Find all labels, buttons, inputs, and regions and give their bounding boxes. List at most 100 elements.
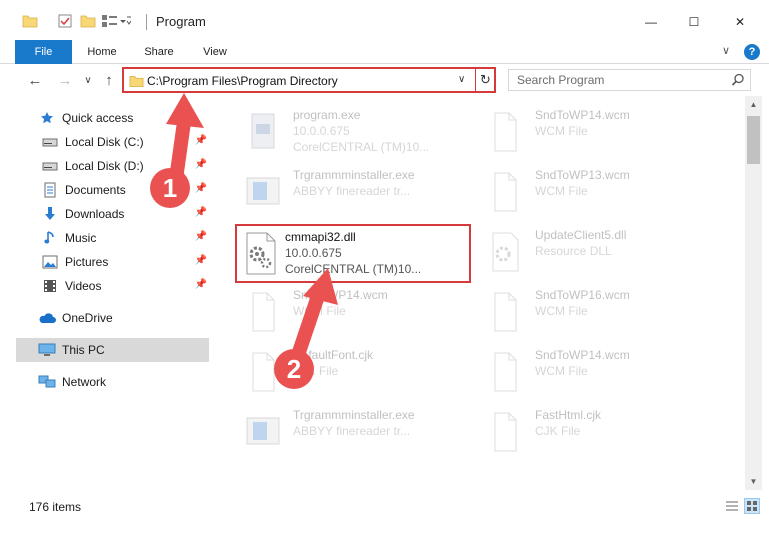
- address-path[interactable]: C:\Program Files\Program Directory: [147, 74, 338, 88]
- forward-button[interactable]: →: [56, 70, 74, 90]
- file-version: 10.0.0.675: [293, 124, 350, 138]
- search-box[interactable]: [508, 69, 751, 91]
- nav-quick-access[interactable]: Quick access: [38, 106, 234, 130]
- nav-item-local-disk-c[interactable]: Local Disk (C:) 📌: [41, 130, 213, 154]
- file-description: CorelCENTRAL (TM)10...: [285, 262, 422, 276]
- customize-toolbar-icon[interactable]: [101, 13, 132, 32]
- refresh-icon[interactable]: ↻: [475, 69, 495, 91]
- file-name: DefaultFont.cjk: [293, 348, 374, 362]
- exe-icon: [243, 110, 283, 154]
- file-item[interactable]: Trgrammminstaller.exe ABBYY finereader t…: [235, 164, 465, 220]
- file-item[interactable]: SndToWP14.wcm WCM File: [235, 284, 465, 340]
- close-button[interactable]: ✕: [725, 8, 755, 36]
- address-dropdown-icon[interactable]: ∨: [458, 74, 465, 85]
- file-item[interactable]: Trgrammminstaller.exe ABBYY finereader t…: [235, 404, 465, 460]
- file-name: SndToWP14.wcm: [535, 108, 630, 122]
- recent-locations-button[interactable]: ∨: [82, 70, 94, 90]
- file-item[interactable]: SndToWP16.wcm WCM File: [477, 284, 707, 340]
- nav-item-downloads[interactable]: Downloads 📌: [41, 202, 213, 226]
- folder-icon: [22, 13, 38, 32]
- back-arrow-icon: ←: [27, 71, 43, 89]
- file-name: FastHtml.cjk: [535, 408, 601, 422]
- file-item[interactable]: UpdateClient5.dll Resource DLL: [477, 224, 707, 280]
- blank-file-icon: [485, 110, 525, 154]
- help-icon[interactable]: ?: [744, 44, 760, 60]
- pin-icon[interactable]: 📌: [195, 279, 207, 290]
- scroll-up-icon[interactable]: ▲: [745, 96, 762, 113]
- scroll-thumb[interactable]: [747, 116, 760, 164]
- close-icon: ✕: [734, 15, 746, 29]
- tab-view[interactable]: View: [192, 40, 238, 64]
- file-item-cmmapi32-dll[interactable]: cmmapi32.dll 10.0.0.675 CorelCENTRAL (TM…: [235, 224, 471, 283]
- address-row: ← → ∨ ↑ C:\Program Files\Program Directo…: [0, 64, 769, 96]
- file-name: SndToWP14.wcm: [293, 288, 388, 302]
- dll-icon: [241, 230, 281, 275]
- file-name: SndToWP13.wcm: [535, 168, 630, 182]
- pin-icon[interactable]: 📌: [195, 135, 207, 146]
- file-list: program.exe 10.0.0.675 CorelCENTRAL (TM)…: [213, 96, 745, 490]
- properties-icon[interactable]: [57, 13, 73, 32]
- tab-file[interactable]: File: [15, 40, 72, 64]
- nav-onedrive[interactable]: OneDrive: [38, 306, 234, 330]
- file-name: SndToWP14.wcm: [535, 348, 630, 362]
- chevron-down-icon: ∨: [84, 74, 92, 86]
- blank-file-icon: [485, 410, 525, 454]
- file-type: WCM File: [535, 124, 588, 138]
- nav-this-pc[interactable]: This PC: [16, 338, 209, 362]
- address-bar[interactable]: C:\Program Files\Program Directory ∨ ↻: [122, 67, 496, 93]
- scroll-down-icon[interactable]: ▼: [745, 473, 762, 490]
- ribbon: File Home Share View ∨ ?: [0, 40, 769, 64]
- nav-item-pictures[interactable]: Pictures 📌: [41, 250, 213, 274]
- pin-icon[interactable]: 📌: [195, 255, 207, 266]
- nav-label: Music: [65, 231, 97, 245]
- blank-file-icon: [485, 170, 525, 214]
- documents-icon: [41, 182, 59, 198]
- file-item[interactable]: program.exe 10.0.0.675 CorelCENTRAL (TM)…: [235, 104, 465, 160]
- star-icon: [38, 110, 56, 126]
- details-view-icon[interactable]: [724, 498, 740, 514]
- file-version: 10.0.0.675: [285, 246, 342, 260]
- nav-item-documents[interactable]: Documents 📌: [41, 178, 213, 202]
- vertical-scrollbar[interactable]: ▲ ▼: [745, 96, 762, 490]
- nav-label: Quick access: [62, 111, 134, 125]
- tiles-view-icon[interactable]: [744, 498, 760, 514]
- file-type: CJK File: [293, 364, 339, 378]
- nav-label: Network: [62, 375, 107, 389]
- file-item[interactable]: SndToWP13.wcm WCM File: [477, 164, 707, 220]
- file-name: UpdateClient5.dll: [535, 228, 627, 242]
- nav-label: Downloads: [65, 207, 125, 221]
- new-folder-icon[interactable]: [80, 13, 96, 32]
- file-description: ABBYY finereader tr...: [293, 424, 411, 438]
- file-item[interactable]: SndToWP14.wcm WCM File: [477, 104, 707, 160]
- nav-label: This PC: [62, 343, 105, 357]
- file-item[interactable]: SndToWP14.wcm WCM File: [477, 344, 707, 400]
- up-button[interactable]: ↑: [100, 70, 118, 90]
- navigation-pane: Quick access Local Disk (C:) 📌 Local Dis…: [0, 96, 213, 490]
- minimize-button[interactable]: —: [636, 8, 666, 36]
- search-input[interactable]: [509, 70, 724, 90]
- nav-network[interactable]: Network: [38, 370, 234, 394]
- pin-icon[interactable]: 📌: [195, 183, 207, 194]
- music-icon: [41, 230, 59, 246]
- pin-icon[interactable]: 📌: [195, 231, 207, 242]
- file-name: program.exe: [293, 108, 361, 122]
- maximize-button[interactable]: ☐: [679, 8, 709, 36]
- onedrive-icon: [38, 310, 56, 326]
- file-item[interactable]: FastHtml.cjk CJK File: [477, 404, 707, 460]
- file-item[interactable]: DefaultFont.cjk CJK File: [235, 344, 465, 400]
- nav-item-videos[interactable]: Videos 📌: [41, 274, 213, 298]
- file-type: WCM File: [535, 184, 588, 198]
- nav-item-local-disk-d[interactable]: Local Disk (D:) 📌: [41, 154, 213, 178]
- expand-ribbon-icon[interactable]: ∨: [722, 44, 730, 57]
- tab-share[interactable]: Share: [135, 40, 183, 64]
- back-button[interactable]: ←: [26, 70, 44, 90]
- file-type: WCM File: [293, 304, 346, 318]
- pin-icon[interactable]: 📌: [195, 207, 207, 218]
- tab-home[interactable]: Home: [78, 40, 126, 64]
- pin-icon[interactable]: 📌: [195, 159, 207, 170]
- drive-icon: [41, 134, 59, 150]
- nav-item-music[interactable]: Music 📌: [41, 226, 213, 250]
- file-type: WCM File: [535, 304, 588, 318]
- pictures-icon: [41, 254, 59, 270]
- blank-file-icon: [485, 350, 525, 394]
